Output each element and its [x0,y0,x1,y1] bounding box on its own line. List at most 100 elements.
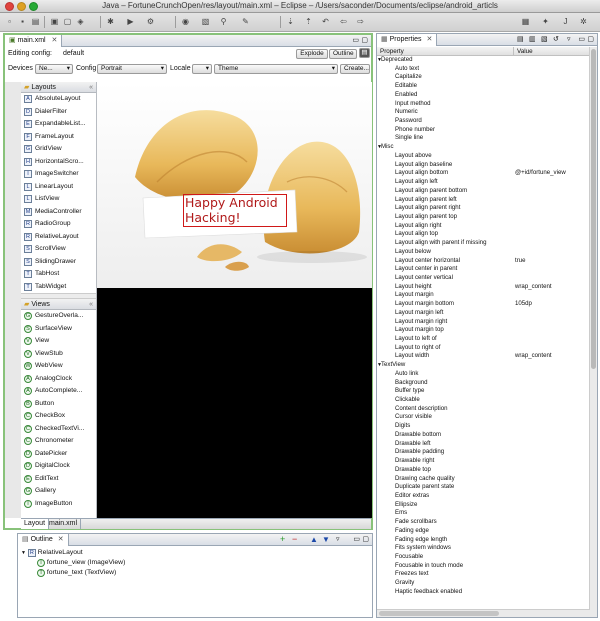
property-value[interactable]: true [515,257,585,266]
palette-item[interactable]: A AbsoluteLayout [21,93,96,106]
property-row[interactable]: Input method [377,100,589,109]
forward-icon[interactable]: ⇨ [355,16,366,27]
property-row[interactable]: Layout align parent top [377,213,589,222]
property-value[interactable]: 105dp [515,300,585,309]
toggle-palette-icon[interactable]: ▤ [359,48,370,58]
run-icon[interactable]: ▶ [125,16,136,27]
palette-item[interactable]: V View [21,335,96,348]
palette-item[interactable]: B Button [21,398,96,411]
property-row[interactable]: Enabled [377,91,589,100]
palette-item[interactable]: R RelativeLayout [21,231,96,244]
property-category[interactable]: ▼ TextView [377,361,589,370]
tab-main-xml-source[interactable]: main.xml [46,519,82,529]
palette-item[interactable]: G GridView [21,143,96,156]
advanced-icon[interactable]: ▧ [541,34,548,45]
value-column-header[interactable]: Value [517,47,533,56]
palette-item[interactable]: S SlidingDrawer [21,256,96,269]
debug-perspective-icon[interactable]: ✲ [578,16,589,27]
avd-manager-icon[interactable]: ▢ [62,16,73,27]
property-row[interactable]: Layout margin top [377,326,589,335]
property-row[interactable]: Layout align top [377,230,589,239]
collapse-icon[interactable]: « [89,82,93,93]
save-icon[interactable]: ▪ [17,16,28,27]
java-perspective-icon[interactable]: J [560,16,571,27]
property-row[interactable]: Background [377,379,589,388]
property-row[interactable]: Focusable in touch mode [377,562,589,571]
property-row[interactable]: Layout margin left [377,309,589,318]
property-row[interactable]: Fits system windows [377,544,589,553]
tab-layout[interactable]: Layout [21,519,50,529]
minimize-icon[interactable]: ▭ [578,34,585,45]
open-perspective-icon[interactable]: ▦ [520,16,531,27]
property-row[interactable]: Layout above [377,152,589,161]
palette-item[interactable]: A AutoComplete... [21,385,96,398]
palette-item[interactable]: A AnalogClock [21,373,96,386]
property-row[interactable]: Layout align left [377,178,589,187]
views-section-header[interactable]: ▰ Views « [21,299,96,310]
create-config-button[interactable]: Create... [340,64,370,74]
property-row[interactable]: Auto link [377,370,589,379]
palette-item[interactable]: R RadioGroup [21,218,96,231]
property-row[interactable]: Drawable padding [377,448,589,457]
tab-main-xml[interactable]: ▣ main.xml ✕ [5,35,63,47]
remove-icon[interactable]: − [292,534,297,545]
property-row[interactable]: Drawable right [377,457,589,466]
print-icon[interactable]: ▤ [30,16,41,27]
property-row[interactable]: Drawing cache quality [377,475,589,484]
property-row[interactable]: Layout center vertical [377,274,589,283]
properties-scrollbar[interactable] [589,47,597,617]
palette-item[interactable]: D DatePicker [21,448,96,461]
palette-item[interactable]: E ExpandableList... [21,118,96,131]
property-value[interactable]: wrap_content [515,352,585,361]
config-select[interactable]: Portrait ▾ [97,64,167,74]
new-icon[interactable]: ▫ [4,16,15,27]
scrollbar-thumb[interactable] [591,49,596,369]
palette-item[interactable]: S SurfaceView [21,323,96,336]
previous-annotation-icon[interactable]: ⇡ [303,16,314,27]
search-icon[interactable]: ⚲ [218,16,229,27]
theme-select[interactable]: Theme ▾ [214,64,338,74]
property-row[interactable]: Content description [377,405,589,414]
property-row[interactable]: Layout margin [377,291,589,300]
property-row[interactable]: Layout align bottom @+id/fortune_view [377,169,589,178]
property-row[interactable]: Layout margin right [377,318,589,327]
toggle-mark-icon[interactable]: ✎ [240,16,251,27]
palette-item[interactable]: G GestureOverla... [21,310,96,323]
close-icon[interactable]: ✕ [52,37,58,44]
outline-button[interactable]: Outline [329,49,357,59]
palette-item[interactable]: D DialerFilter [21,106,96,119]
property-row[interactable]: Auto text [377,65,589,74]
property-category[interactable]: ▼ Misc [377,143,589,152]
properties-horizontal-scrollbar[interactable] [377,609,590,617]
property-row[interactable]: Cursor visible [377,413,589,422]
tab-properties[interactable]: ▦ Properties ✕ [377,34,438,46]
property-row[interactable]: Drawable top [377,466,589,475]
palette-item[interactable]: F FrameLayout [21,131,96,144]
tab-outline[interactable]: ▤ Outline ✕ [18,534,69,546]
property-row[interactable]: Layout to left of [377,335,589,344]
property-row[interactable]: Gravity [377,579,589,588]
property-row[interactable]: Drawable bottom [377,431,589,440]
property-row[interactable]: Single line [377,134,589,143]
property-row[interactable]: Drawable left [377,440,589,449]
palette-item[interactable]: C Chronometer [21,435,96,448]
property-value[interactable]: wrap_content [515,283,585,292]
property-value[interactable]: @+id/fortune_view [515,169,585,178]
android-sdk-icon[interactable]: ▣ [49,16,60,27]
property-row[interactable]: Layout margin bottom 105dp [377,300,589,309]
maximize-icon[interactable]: ▢ [362,534,369,545]
property-row[interactable]: Layout align with parent if missing [377,239,589,248]
outline-child-node[interactable]: T fortune_text (TextView) [21,568,125,578]
minimize-icon[interactable]: ▭ [353,534,360,545]
property-row[interactable]: Focusable [377,553,589,562]
collapse-icon[interactable]: « [89,299,93,310]
palette-item[interactable]: I ImageSwitcher [21,168,96,181]
property-row[interactable]: Layout to right of [377,344,589,353]
android-project-icon[interactable]: ◈ [75,16,86,27]
property-category[interactable]: ▼ Deprecated [377,56,589,65]
move-up-icon[interactable]: ▲ [310,534,318,545]
restore-default-icon[interactable]: ↺ [553,34,559,45]
device-screen-empty-area[interactable] [97,288,372,518]
locale-select[interactable]: ▾ [192,64,212,74]
palette-item[interactable]: T TabWidget [21,281,96,294]
